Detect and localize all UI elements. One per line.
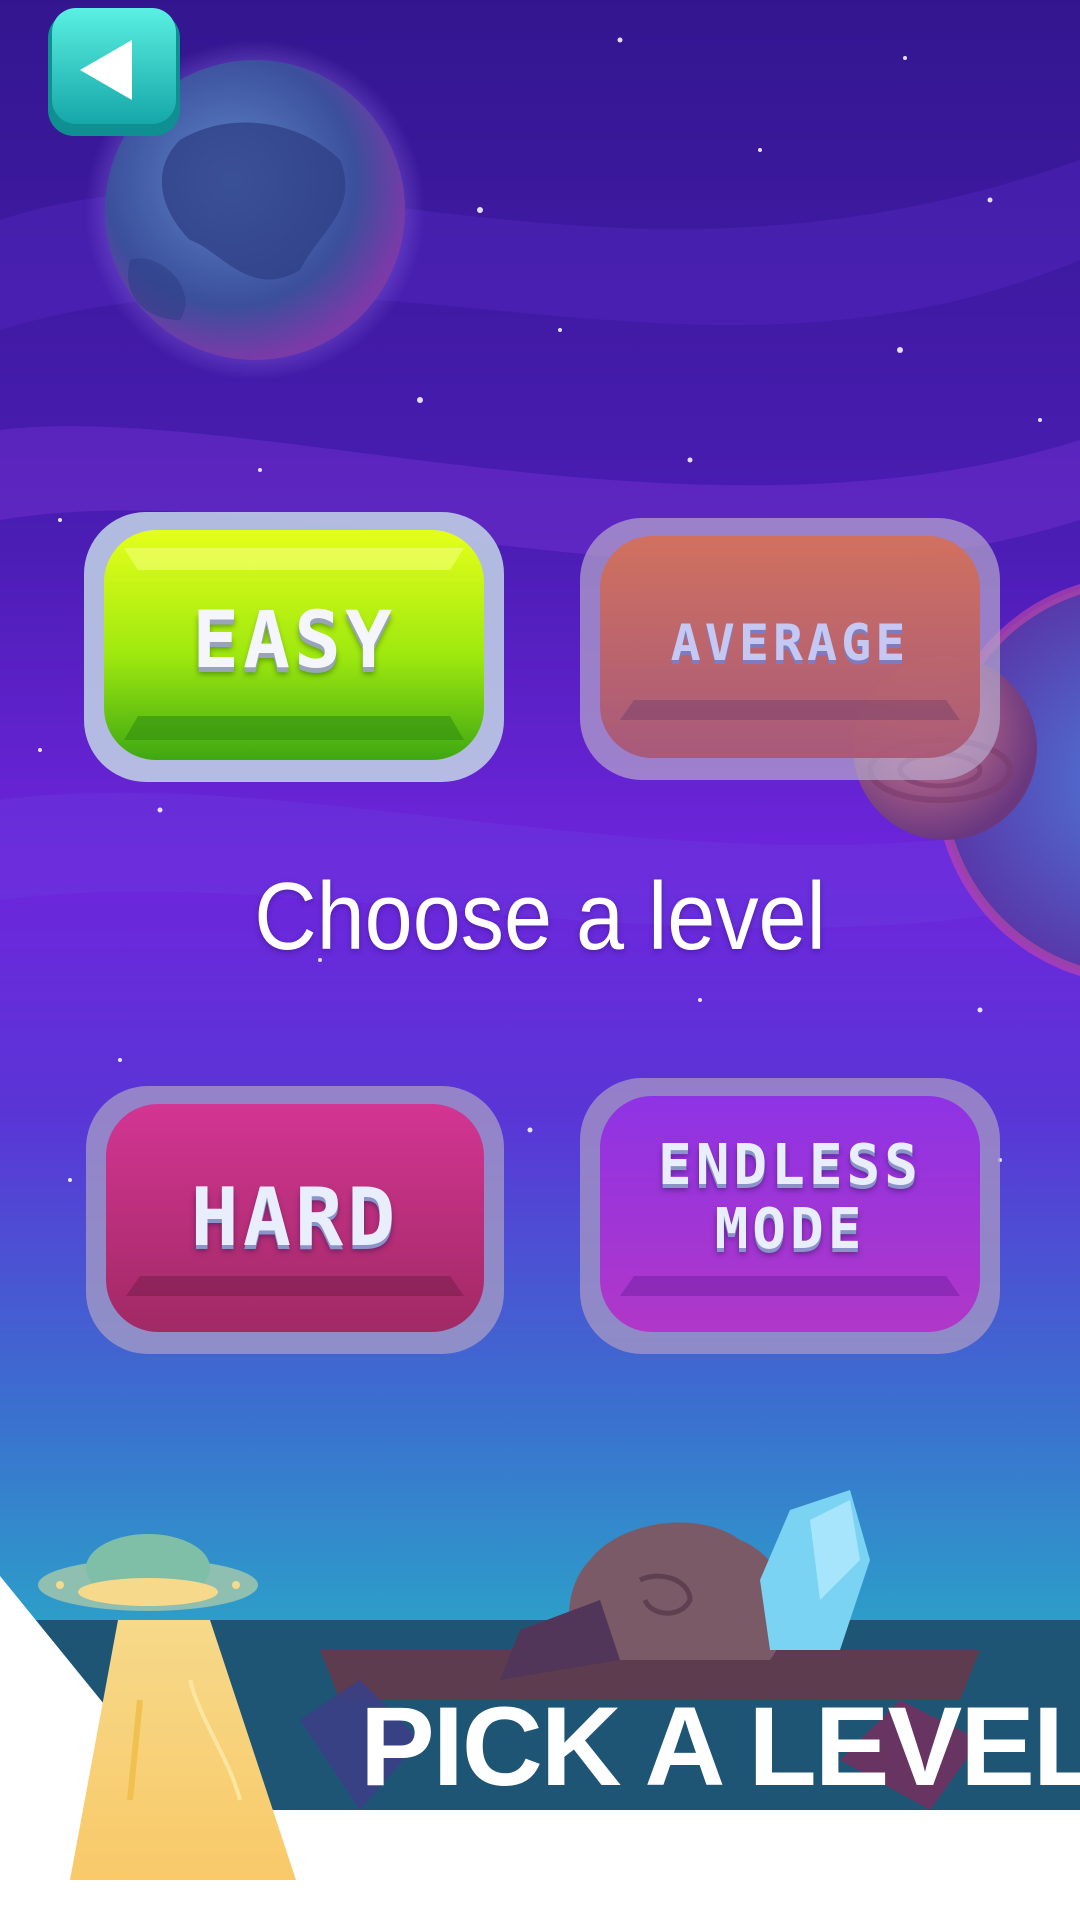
hard-level-label: HARD — [190, 1171, 400, 1264]
endless-mode-button[interactable]: ENDLESS MODE — [580, 1078, 1000, 1354]
hard-level-button[interactable]: HARD — [86, 1086, 504, 1354]
level-select-screen: EASY AVERAGE HARD ENDLESS MODE Choose a … — [0, 0, 1080, 1920]
choose-level-prompt: Choose a level — [254, 863, 826, 970]
average-level-button[interactable]: AVERAGE — [580, 518, 1000, 780]
endless-mode-label: ENDLESS MODE — [657, 1133, 922, 1263]
average-level-label: AVERAGE — [670, 614, 910, 672]
pick-a-level-banner: PICK A LEVEL — [360, 1684, 1080, 1809]
back-arrow-icon — [48, 8, 180, 136]
easy-level-button[interactable]: EASY — [84, 512, 504, 782]
easy-level-label: EASY — [192, 596, 396, 686]
back-button[interactable] — [44, 4, 184, 142]
